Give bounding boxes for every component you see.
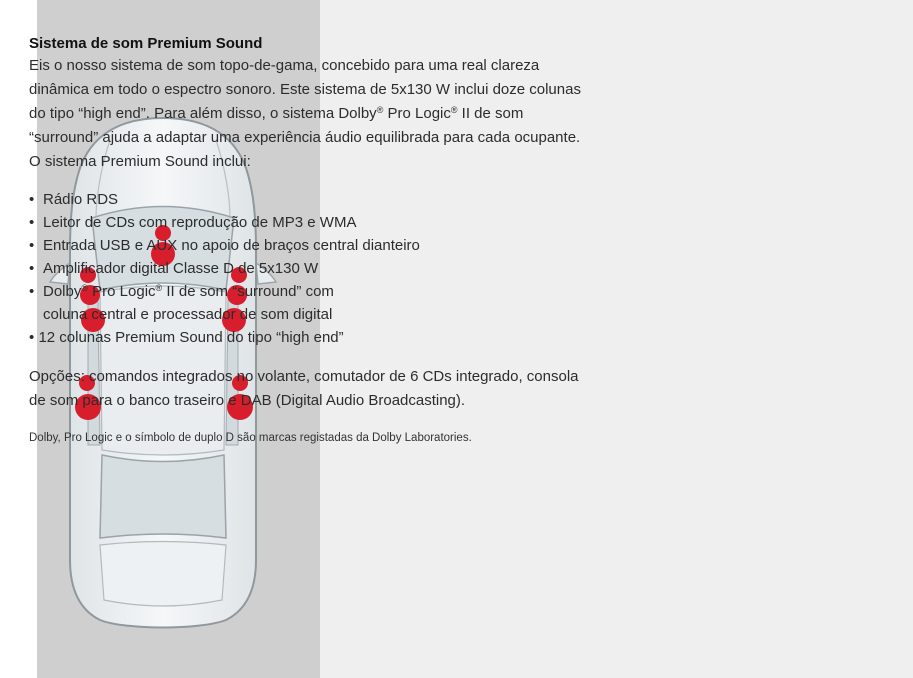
list-item-text: Rádio RDS [43, 191, 119, 208]
intro-text-part: Pro Logic [383, 105, 451, 122]
bullet: • [29, 214, 35, 231]
bullet: • [29, 191, 35, 208]
trademark-footnote: Dolby, Pro Logic e o símbolo de duplo D … [29, 432, 472, 444]
list-item-text: II de som “surround” com [162, 283, 334, 300]
list-item-text: Pro Logic [88, 283, 156, 300]
registered-mark: ® [450, 105, 458, 115]
list-item: • Rádio RDS [29, 188, 581, 211]
bullet: • [29, 329, 35, 346]
list-item: • 12 colunas Premium Sound do tipo “high… [29, 326, 581, 349]
list-item: • Dolby® Pro Logic® II de som “surround” … [29, 280, 581, 326]
bullet: • [29, 237, 35, 254]
section-heading: Sistema de som Premium Sound [29, 35, 263, 52]
feature-list: • Rádio RDS • Leitor de CDs com reprodução… [29, 188, 581, 349]
intro-paragraph: Eis o nosso sistema de som topo-de-gama,… [29, 54, 581, 174]
bullet: • [29, 283, 35, 300]
list-item: • Amplificador digital Classe D de 5x130 … [29, 257, 581, 280]
list-item-text: Amplificador digital Classe D de 5x130 W [43, 260, 319, 277]
list-item-text: 12 colunas Premium Sound do tipo “high e… [38, 329, 344, 346]
feature-description: Sistema de som Premium Sound Eis o nosso… [29, 34, 581, 446]
list-item: • Entrada USB e AUX no apoio de braços ce… [29, 234, 581, 257]
trunk [99, 540, 227, 607]
options-paragraph: Opções: comandos integrados no volante, … [29, 368, 579, 409]
rear-window [99, 454, 227, 539]
list-item: • Leitor de CDs com reprodução de MP3 e W… [29, 211, 581, 234]
registered-mark: ® [81, 283, 88, 293]
list-item-text: coluna central e processador de som digi… [43, 306, 333, 323]
list-item-text: Dolby [43, 283, 82, 300]
list-item-text: Entrada USB e AUX no apoio de braços cen… [43, 237, 420, 254]
bullet: • [29, 260, 35, 277]
list-item-text: Leitor de CDs com reprodução de MP3 e WM… [43, 214, 357, 231]
